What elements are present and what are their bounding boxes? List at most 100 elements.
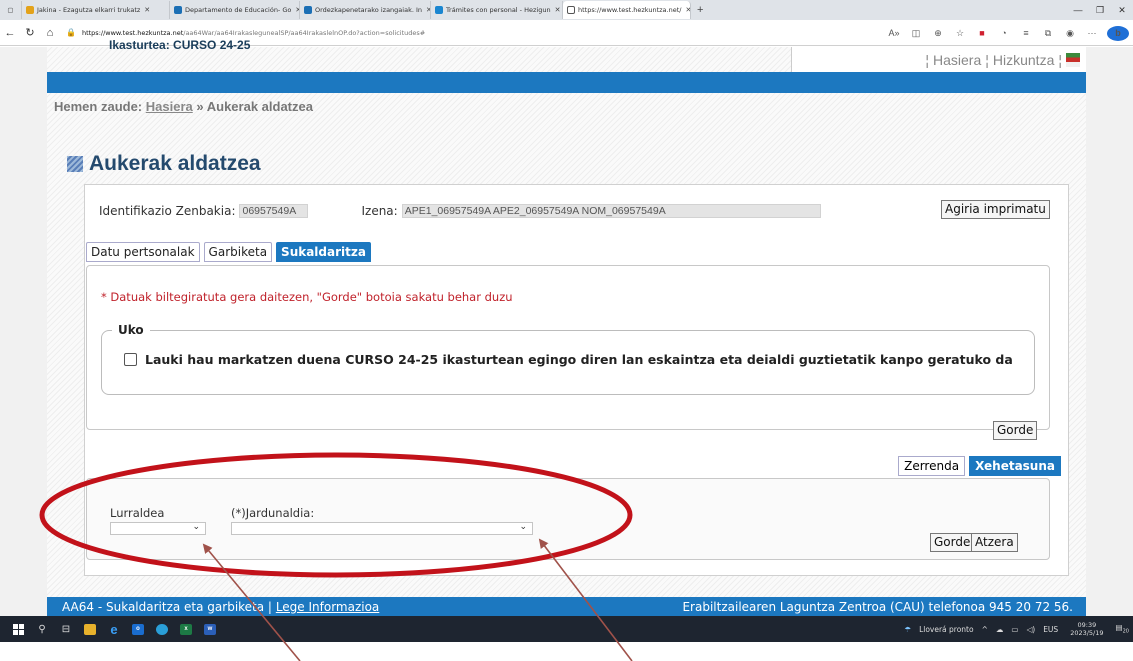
browser-tab-label: Ordezkapenetarako izangaiak. In [315,6,423,14]
tab-cooking[interactable]: Sukaldaritza [276,242,371,262]
volume-icon[interactable]: ◁) [1026,625,1035,634]
window-controls: — ❐ ✕ [1067,0,1133,20]
tray-arrow-icon[interactable]: ^ [982,625,988,634]
tab-personal-data[interactable]: Datu pertsonalak [86,242,200,262]
extension-icon[interactable]: ■ [971,28,993,38]
home-link[interactable]: Hasiera [933,52,981,68]
lock-icon: 🔒 [66,28,76,37]
home-icon[interactable]: ⌂ [40,27,60,39]
close-icon[interactable]: ✕ [144,6,150,14]
extension-2-icon[interactable]: ◔ [993,28,1015,38]
id-field: 06957549A [239,204,309,218]
fieldset-legend: Uko [112,323,150,337]
close-icon[interactable]: ✕ [555,6,561,14]
browser-tab-1[interactable]: Jakina - Ezagutza elkarri trukatz ✕ [22,1,170,19]
clock[interactable]: 09:39 2023/5/19 [1066,621,1107,637]
notification-icon[interactable]: ▤20 [1116,623,1129,635]
restore-icon[interactable]: ❐ [1089,5,1111,16]
header-links: ¦ Hasiera ¦ Hizkuntza ¦ [791,47,1086,72]
zoom-icon[interactable]: ⊕ [927,28,949,39]
browser-tab-4[interactable]: Trámites con personal - Hezigun ✕ [431,1,563,19]
file-explorer-icon[interactable] [78,617,102,641]
chevron-down-icon: ⌄ [192,521,200,531]
breadcrumb-current: Aukerak aldatzea [206,99,313,114]
footer-left: AA64 - Sukaldaritza eta garbiketa | Lege… [62,600,379,614]
browser-tab-2[interactable]: Departamento de Educación- Go ✕ [170,1,300,19]
tab-list[interactable]: Zerrenda [898,456,966,476]
tab-favicon-icon [26,6,34,14]
tab-content: * Datuak biltegiratuta gera daitezen, "G… [86,265,1050,430]
browser-tab-bar: ▢ Jakina - Ezagutza elkarri trukatz ✕ De… [0,0,1133,20]
task-view-icon[interactable]: ⊟ [54,617,78,641]
language-link[interactable]: Hizkuntza [993,52,1054,68]
notification-count: 20 [1122,628,1129,635]
weather-icon: ☂ [904,624,912,634]
refresh-icon[interactable]: ↻ [20,26,40,39]
edge-legacy-icon[interactable]: e [102,617,126,641]
browser-tab-label: Trámites con personal - Hezigun [446,6,551,14]
more-icon[interactable]: ··· [1081,28,1103,38]
save-button-top[interactable]: Gorde [993,421,1038,440]
start-icon[interactable] [6,617,30,641]
screen: ▢ Jakina - Ezagutza elkarri trukatz ✕ De… [0,0,1133,661]
tab-favicon-icon [174,6,182,14]
profile-icon[interactable]: ◉ [1059,28,1081,39]
legal-info-link[interactable]: Lege Informazioa [276,600,379,614]
title-square-icon [67,156,83,172]
system-tray: ☂ Lloverá pronto ^ ☁ ▭ ◁) EUS 09:39 2023… [900,616,1133,642]
waiver-checkbox[interactable] [124,353,137,366]
bing-icon[interactable]: b [1107,25,1129,41]
detail-panel: Lurraldea ⌄ (*)Jardunaldia: ⌄ Gorde Atze… [86,478,1050,560]
collections-icon[interactable]: ⧉ [1037,28,1059,39]
page-title-row: Aukerak aldatzea [67,152,261,176]
back-icon[interactable]: ← [0,27,20,39]
browser-tab-active[interactable]: https://www.test.hezkuntza.net/ ✕ [563,1,691,19]
read-aloud-icon[interactable]: A» [883,28,905,38]
excel-icon[interactable]: x [174,617,198,641]
breadcrumb-prefix: Hemen zaude: [54,99,143,114]
taskbar: ⚲ ⊟ e o x w ☂ Lloverá pronto ^ ☁ ▭ ◁) EU… [0,616,1133,642]
outlook-icon[interactable]: o [126,617,150,641]
close-window-icon[interactable]: ✕ [1111,5,1133,16]
tab-actions-icon[interactable]: ▢ [0,1,22,19]
page-favicon-icon [567,6,575,14]
minimize-icon[interactable]: — [1067,5,1089,15]
input-language[interactable]: EUS [1043,625,1058,634]
network-icon[interactable]: ▭ [1011,625,1018,634]
tab-detail[interactable]: Xehetasuna [969,456,1061,476]
url-host: https://www.test.hezkuntza.net [81,28,184,37]
save-button-detail[interactable]: Gorde [930,533,975,552]
breadcrumb: Hemen zaude: Hasiera » Aukerak aldatzea [54,99,313,114]
weather-text[interactable]: Lloverá pronto [919,625,974,634]
immersive-reader-icon[interactable]: ◫ [905,28,927,39]
browser-tab-3[interactable]: Ordezkapenetarako izangaiak. In ✕ [300,1,431,19]
search-icon[interactable]: ⚲ [30,617,54,641]
territory-label: Lurraldea [110,506,165,520]
browser-tab-label: Jakina - Ezagutza elkarri trukatz [37,6,141,14]
workday-select[interactable]: ⌄ [231,521,533,535]
onedrive-icon[interactable]: ☁ [996,625,1004,634]
view-tabs: Zerrenda Xehetasuna [894,456,1061,476]
required-note: * Datuak biltegiratuta gera daitezen, "G… [101,290,513,304]
breadcrumb-home-link[interactable]: Hasiera [146,99,193,114]
tab-favicon-icon [435,6,443,14]
clock-date: 2023/5/19 [1070,629,1104,637]
section-tabs: Datu pertsonalak Garbiketa Sukaldaritza [86,242,375,262]
favorite-icon[interactable]: ☆ [949,28,971,39]
territory-select[interactable]: ⌄ [110,521,206,535]
tab-cleaning[interactable]: Garbiketa [203,242,273,262]
edge-icon[interactable] [150,617,174,641]
page-footer: AA64 - Sukaldaritza eta garbiketa | Lege… [47,597,1086,616]
url-path: /aa64War/aa64IrakaslegunealSP/aa64Irakas… [183,28,426,37]
favorites-icon[interactable]: ≡ [1015,28,1037,38]
waiver-fieldset: Uko Lauki hau markatzen duena CURSO 24-2… [101,323,1035,395]
back-button[interactable]: Atzera [971,533,1018,552]
footer-support: Erabiltzailearen Laguntza Zentroa (CAU) … [682,600,1073,614]
web-page: Ikasturtea: CURSO 24-25 ¦ Hasiera ¦ Hizk… [0,38,1133,616]
new-tab-icon[interactable]: + [691,4,709,16]
word-icon[interactable]: w [198,617,222,641]
browser-tab-label: https://www.test.hezkuntza.net/ [578,6,682,14]
browser-tab-label: Departamento de Educación- Go [185,6,292,14]
print-button[interactable]: Agiria imprimatu [941,200,1050,219]
waiver-row: Lauki hau markatzen duena CURSO 24-25 ik… [124,352,1013,367]
